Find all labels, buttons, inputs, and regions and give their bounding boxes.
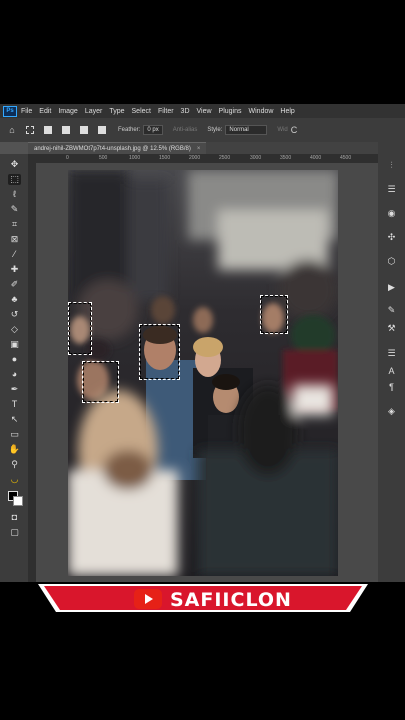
type-tool-icon[interactable]: T (8, 399, 21, 410)
menu-edit[interactable]: Edit (39, 108, 51, 115)
ruler-tick: 3000 (250, 155, 262, 161)
ruler-tick: 4500 (340, 155, 352, 161)
foreground-background-colors-icon[interactable] (8, 491, 23, 506)
subtract-selection-icon[interactable] (78, 124, 90, 136)
quick-selection-tool-icon[interactable]: ✎ (8, 204, 21, 215)
menu-window[interactable]: Window (249, 108, 274, 115)
document-tabs: andrej-nihil-ZBWMOt7p7t4-unsplash.jpg @ … (28, 141, 378, 155)
tool-presets-icon[interactable]: ⚒ (385, 322, 398, 334)
pen-tool-icon[interactable]: ✒ (8, 384, 21, 395)
close-tab-icon[interactable]: × (197, 146, 201, 152)
options-bar: ⌂ Feather: 0 px Anti-alias Style: Normal… (0, 118, 405, 142)
paragraph-panel-icon[interactable]: ¶ (385, 381, 398, 393)
menu-file[interactable]: File (21, 108, 32, 115)
ruler-corner (28, 154, 36, 163)
document-tab[interactable]: andrej-nihil-ZBWMOt7p7t4-unsplash.jpg @ … (28, 141, 207, 155)
add-selection-icon[interactable] (60, 124, 72, 136)
anti-alias-checkbox[interactable]: Anti-alias (173, 127, 198, 133)
style-label: Style: (207, 127, 223, 133)
rectangle-tool-icon[interactable]: ▭ (8, 429, 21, 440)
ruler-tick: 2000 (189, 155, 201, 161)
photoshop-logo: Ps (3, 105, 17, 117)
hand-tool-icon[interactable]: ✋ (8, 444, 21, 455)
selection-marquee[interactable] (68, 302, 92, 355)
clone-stamp-tool-icon[interactable]: ♣ (8, 294, 21, 305)
ruler-tick: 2500 (219, 155, 231, 161)
crop-tool-icon[interactable]: ⌗ (8, 219, 21, 230)
tools-panel: ✥ ⬚ ℓ ✎ ⌗ ⊠ ⁄ ✚ ✐ ♣ ↺ ◇ ▣ ● ◕ ✒ T ↖ ▭ ✋ … (0, 154, 28, 582)
eyedropper-tool-icon[interactable]: ⁄ (8, 249, 21, 260)
style-select[interactable]: Normal (225, 125, 268, 135)
menu-select[interactable]: Select (132, 108, 151, 115)
rectangular-marquee-tool-icon[interactable]: ⬚ (8, 174, 21, 185)
blur-tool-icon[interactable]: ● (8, 354, 21, 365)
panel-dock: ⫶ ☰ ◉ ✣ ⬡ ▶ ✎ ⚒ ☰ A ¶ ◈ (378, 142, 405, 582)
marquee-preset-icon[interactable] (24, 124, 36, 136)
actions-panel-icon[interactable]: ▶ (385, 281, 398, 293)
history-brush-tool-icon[interactable]: ↺ (8, 309, 21, 320)
ruler-tick: 4000 (310, 155, 322, 161)
layers-panel-icon[interactable]: ◈ (385, 405, 398, 417)
3d-panel-icon[interactable]: ⬡ (385, 255, 398, 267)
menu-bar: Ps File Edit Image Layer Type Select Fil… (0, 104, 405, 118)
ruler-tick: 0 (66, 155, 69, 161)
brush-tool-icon[interactable]: ✐ (8, 279, 21, 290)
ruler-tick: 1000 (129, 155, 141, 161)
quick-mask-icon[interactable]: ◘ (8, 512, 21, 523)
properties-panel-icon[interactable]: ⫶ (385, 159, 398, 171)
brush-settings-icon[interactable]: ✎ (385, 304, 398, 316)
gradient-tool-icon[interactable]: ▣ (8, 339, 21, 350)
menu-type[interactable]: Type (109, 108, 124, 115)
screen-mode-icon[interactable]: ▢ (8, 527, 21, 538)
swap-width-height-icon[interactable]: C (291, 125, 298, 135)
vertical-ruler (28, 163, 36, 582)
menu-plugins[interactable]: Plugins (219, 108, 242, 115)
home-icon[interactable]: ⌂ (6, 124, 18, 136)
adjustments-panel-icon[interactable]: ☰ (385, 183, 398, 195)
menu-help[interactable]: Help (280, 108, 294, 115)
color-panel-icon[interactable]: ◉ (385, 207, 398, 219)
selection-marquee[interactable] (139, 324, 180, 380)
dodge-tool-icon[interactable]: ◕ (8, 369, 21, 380)
paths-panel-icon[interactable]: ✣ (385, 231, 398, 243)
menu-view[interactable]: View (197, 108, 212, 115)
feather-input[interactable]: 0 px (143, 125, 163, 135)
horizontal-ruler: 0 500 1000 1500 2000 2500 3000 3500 4000… (36, 154, 378, 163)
banana-icon[interactable]: ◡ (8, 474, 21, 485)
selection-marquee[interactable] (82, 361, 119, 403)
menu-filter[interactable]: Filter (158, 108, 174, 115)
menu-3d[interactable]: 3D (181, 108, 190, 115)
zoom-tool-icon[interactable]: ⚲ (8, 459, 21, 470)
menu-image[interactable]: Image (58, 108, 77, 115)
character-style-icon[interactable]: A (385, 365, 398, 377)
path-selection-tool-icon[interactable]: ↖ (8, 414, 21, 425)
menu-layer[interactable]: Layer (85, 108, 103, 115)
youtube-icon (134, 589, 162, 609)
eraser-tool-icon[interactable]: ◇ (8, 324, 21, 335)
feather-label: Feather: (118, 127, 141, 133)
character-panel-icon[interactable]: ☰ (385, 347, 398, 359)
move-tool-icon[interactable]: ✥ (8, 159, 21, 170)
selection-marquee[interactable] (260, 295, 288, 334)
new-selection-icon[interactable] (42, 124, 54, 136)
document-title: andrej-nihil-ZBWMOt7p7t4-unsplash.jpg @ … (34, 145, 191, 152)
healing-brush-tool-icon[interactable]: ✚ (8, 264, 21, 275)
intersect-selection-icon[interactable] (96, 124, 108, 136)
width-label: Wid (277, 127, 288, 133)
channel-name: SAFIICLON (170, 589, 292, 611)
ruler-tick: 500 (99, 155, 108, 161)
frame-tool-icon[interactable]: ⊠ (8, 234, 21, 245)
lasso-tool-icon[interactable]: ℓ (8, 189, 21, 200)
ruler-tick: 1500 (159, 155, 171, 161)
ruler-tick: 3500 (280, 155, 292, 161)
